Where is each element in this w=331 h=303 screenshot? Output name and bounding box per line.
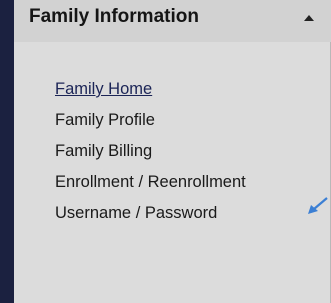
pointer-arrow-icon	[308, 197, 328, 214]
collapse-toggle-button[interactable]	[297, 6, 323, 36]
nav-item-username-password[interactable]: Username / Password	[55, 202, 246, 233]
family-nav-menu: Family Home Family Profile Family Billin…	[55, 78, 246, 233]
nav-item-family-billing[interactable]: Family Billing	[55, 140, 246, 171]
panel-header[interactable]: Family Information	[14, 0, 331, 42]
nav-item-family-profile[interactable]: Family Profile	[55, 109, 246, 140]
sidebar-accent-bar	[0, 0, 14, 303]
nav-item-enrollment-reenrollment[interactable]: Enrollment / Reenrollment	[55, 171, 246, 202]
panel-title: Family Information	[29, 6, 199, 27]
caret-up-icon	[304, 15, 314, 21]
family-information-panel: Family Information Family Home Family Pr…	[0, 0, 331, 303]
nav-item-family-home[interactable]: Family Home	[55, 78, 246, 109]
